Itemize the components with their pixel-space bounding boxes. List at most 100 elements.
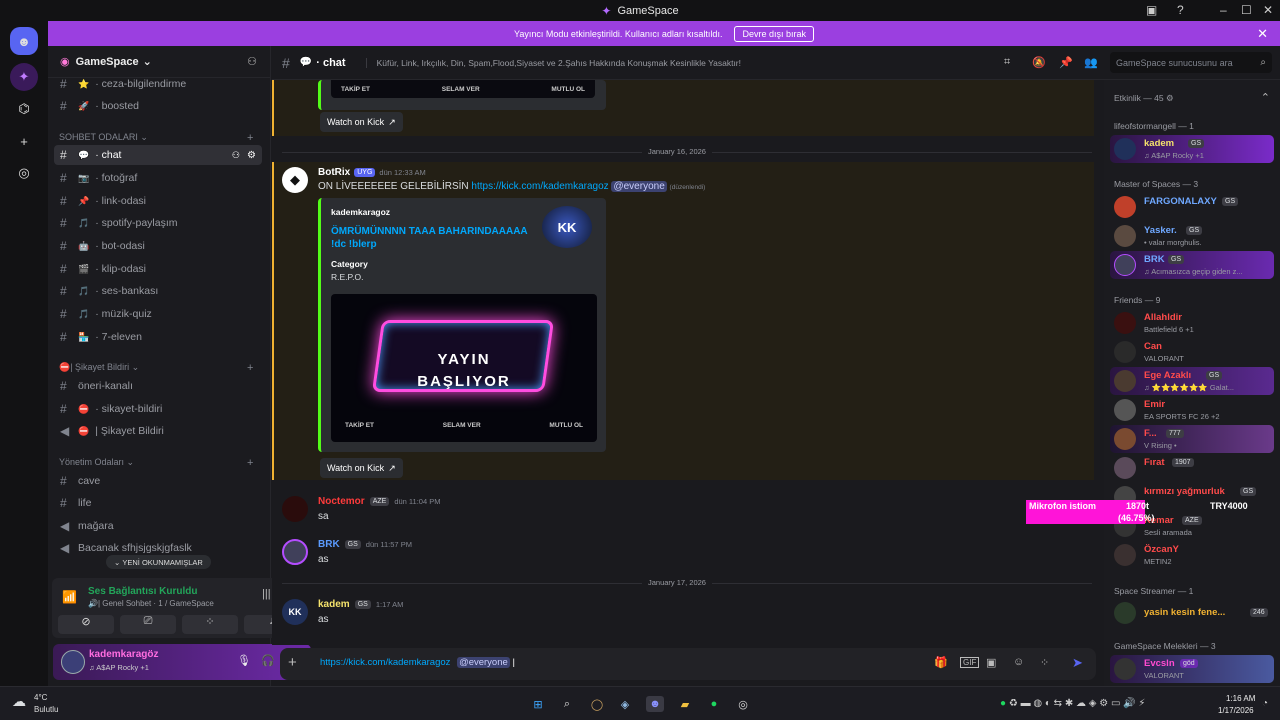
- invite-icon[interactable]: ⚇: [247, 55, 257, 68]
- user-name[interactable]: kademkaragöz: [89, 649, 158, 660]
- channel-item[interactable]: # 🎬 · klip-odasi: [54, 259, 262, 279]
- member-item[interactable]: Ege Azaklı GS ♫ ⭐⭐⭐⭐⭐⭐ Galat...: [1110, 367, 1274, 395]
- member-item[interactable]: Allahldir Battlefield 6 +1: [1110, 309, 1274, 337]
- channel-item[interactable]: # 📌 · link-odasi: [54, 191, 262, 211]
- close-window-button[interactable]: ✕: [1263, 3, 1273, 17]
- channel-item[interactable]: # 🎵 · ses-bankası: [54, 281, 262, 301]
- channel-item[interactable]: # öneri-kanalı: [54, 376, 262, 396]
- unread-pill[interactable]: ⌄ YENİ OKUNMAMIŞLAR: [106, 555, 211, 569]
- apps-icon[interactable]: ⁘: [1040, 656, 1049, 669]
- channel-item[interactable]: # 📷 · fotoğraf: [54, 168, 262, 188]
- kadem-avatar[interactable]: KK: [282, 599, 308, 625]
- channel-item[interactable]: ◀ ⛔ | Şikayet Bildiri: [54, 421, 262, 441]
- clock-date[interactable]: 1/17/2026: [1218, 706, 1254, 715]
- watch-on-kick-button[interactable]: Watch on Kick ↗: [320, 112, 403, 132]
- tray-icons[interactable]: ● ♻ ▬ ◍ ◐ ⇆ ✱ ☁ ◈ ⚙ ▭ 🔊 ⚡: [1000, 698, 1145, 709]
- search-input[interactable]: GameSpace sunucusunu ara: [1116, 58, 1233, 68]
- discover-icon[interactable]: ◎: [10, 159, 38, 187]
- add-channel-icon[interactable]: +: [247, 457, 253, 469]
- watch-on-kick-button[interactable]: Watch on Kick ↗: [320, 458, 403, 478]
- member-item[interactable]: Emir EA SPORTS FC 26 +2: [1110, 396, 1274, 424]
- screen-share-button[interactable]: ⎚: [120, 615, 176, 634]
- channel-item[interactable]: # life: [54, 493, 262, 513]
- server-icon[interactable]: ⌬: [10, 95, 38, 123]
- emoji-icon[interactable]: ☺: [1013, 656, 1024, 668]
- gift-icon[interactable]: 🎁: [934, 656, 948, 669]
- member-item[interactable]: Fırat 1907: [1110, 454, 1274, 482]
- botrix-avatar[interactable]: ◆: [282, 167, 308, 193]
- help-icon[interactable]: ?: [1177, 3, 1184, 17]
- add-server-icon[interactable]: +: [10, 127, 38, 155]
- everyone-mention[interactable]: @everyone: [611, 181, 667, 192]
- avatar[interactable]: [61, 650, 85, 674]
- member-item[interactable]: kadem GS ♫ A$AP Rocky +1: [1110, 135, 1274, 163]
- composer-input[interactable]: https://kick.com/kademkaragoz @everyone …: [320, 657, 515, 668]
- message-link[interactable]: https://kick.com/kademkaragoz: [471, 181, 608, 192]
- member-item[interactable]: Evcsln göd VALORANT: [1110, 655, 1274, 683]
- mute-icon[interactable]: 🔕: [1032, 56, 1046, 69]
- notification-icon[interactable]: ◔: [1262, 698, 1268, 709]
- header-topic[interactable]: Küfür, Link, Irkçılık, Din, Spam,Flood,S…: [365, 57, 741, 68]
- noctemor-avatar[interactable]: [282, 496, 308, 522]
- member-item[interactable]: FARGONALAXY GS: [1110, 193, 1274, 221]
- camera-button[interactable]: ⊘: [58, 615, 114, 634]
- discord-icon[interactable]: ☻: [646, 696, 664, 712]
- author-name[interactable]: BotRix: [318, 167, 350, 178]
- channel-item[interactable]: # 🎵 · müzik-quiz: [54, 304, 262, 324]
- embed-image[interactable]: YAYIN BAŞLIYOR TAKİP ET SELAM VER MUTLU …: [331, 294, 597, 442]
- author-name[interactable]: Noctemor: [318, 496, 365, 507]
- send-icon[interactable]: ➤: [1072, 655, 1083, 671]
- search-icon[interactable]: ⌕: [558, 696, 576, 712]
- message-composer[interactable]: + https://kick.com/kademkaragoz @everyon…: [280, 648, 1096, 680]
- channel-item-chat-active[interactable]: # 💬 · chat ⚇ ⚙: [54, 145, 262, 165]
- noise-suppression-icon[interactable]: |||: [262, 588, 271, 600]
- steam-icon[interactable]: ◈: [616, 696, 634, 712]
- spotify-icon[interactable]: ●: [705, 696, 723, 712]
- collapse-icon[interactable]: ⌃: [1261, 91, 1270, 104]
- pin-icon[interactable]: 📌: [1059, 56, 1073, 69]
- member-item[interactable]: Can VALORANT: [1110, 338, 1274, 366]
- direct-messages-icon[interactable]: ☻: [10, 27, 38, 55]
- channel-item[interactable]: # cave: [54, 471, 262, 491]
- gif-icon[interactable]: GIF: [960, 657, 980, 668]
- channel-item[interactable]: # 🎵 · spotify-paylaşım: [54, 213, 262, 233]
- channel-item[interactable]: # 🏪 · 7-eleven: [54, 327, 262, 347]
- file-explorer-icon[interactable]: ▰: [676, 696, 694, 712]
- channel-item[interactable]: # ⛔ · sikayet-bildiri: [54, 399, 262, 419]
- embed-author[interactable]: kademkaragoz: [331, 207, 390, 217]
- member-item[interactable]: F... 777 V Rising •: [1110, 425, 1274, 453]
- gear-icon[interactable]: ⚙: [247, 150, 256, 161]
- member-item[interactable]: Yasker. GS • valar morghulis.: [1110, 222, 1274, 250]
- channel-item[interactable]: # 🚀 · boosted: [54, 96, 262, 116]
- disable-streamer-mode-button[interactable]: Devre dışı bırak: [734, 25, 814, 42]
- category-header[interactable]: Yönetim Odaları ⌄ +: [59, 457, 253, 469]
- add-attachment-icon[interactable]: +: [288, 654, 297, 671]
- weather-icon[interactable]: ☁: [12, 693, 26, 710]
- voice-status[interactable]: Ses Bağlantısı Kuruldu: [88, 586, 197, 597]
- member-list-icon[interactable]: 👥: [1084, 56, 1098, 69]
- member-item[interactable]: ÖzcanY METIN2: [1110, 541, 1274, 569]
- voice-channel[interactable]: 🔊| Genel Sohbet · 1 / GameSpace: [88, 599, 214, 608]
- clock-time[interactable]: 1:16 AM: [1226, 694, 1255, 703]
- maximize-button[interactable]: ☐: [1241, 3, 1252, 17]
- search-box[interactable]: GameSpace sunucusunu ara ⌕: [1110, 52, 1272, 73]
- minimize-button[interactable]: –: [1220, 3, 1227, 17]
- headphones-icon[interactable]: 🎧: [261, 654, 275, 667]
- channel-item[interactable]: ◀ mağara: [54, 516, 262, 536]
- microphone-icon[interactable]: 🎙: [237, 654, 251, 667]
- app-icon[interactable]: ◎: [734, 696, 752, 712]
- category-header[interactable]: ⛔| Şikayet Bildiri ⌄ +: [59, 362, 253, 374]
- channel-item[interactable]: # ⭐ · ceza-bilgilendirme: [54, 74, 262, 94]
- member-item[interactable]: BRK GS ♫ Acımasızca geçip giden z...: [1110, 251, 1274, 279]
- app-icon[interactable]: ◯: [588, 696, 606, 712]
- start-icon[interactable]: ⊞: [529, 696, 547, 712]
- invite-icon[interactable]: ⚇: [232, 150, 240, 161]
- category-header[interactable]: SOHBET ODALARI ⌄ +: [59, 132, 253, 144]
- threads-icon[interactable]: ⌗: [1004, 56, 1010, 69]
- add-channel-icon[interactable]: +: [247, 132, 253, 144]
- server-gamespace-icon[interactable]: ✦: [10, 63, 38, 91]
- author-name[interactable]: kadem: [318, 599, 350, 610]
- activities-button[interactable]: ⁘: [182, 615, 238, 634]
- member-item[interactable]: yasin kesin fene... 246: [1110, 599, 1274, 627]
- brk-avatar[interactable]: [282, 539, 308, 565]
